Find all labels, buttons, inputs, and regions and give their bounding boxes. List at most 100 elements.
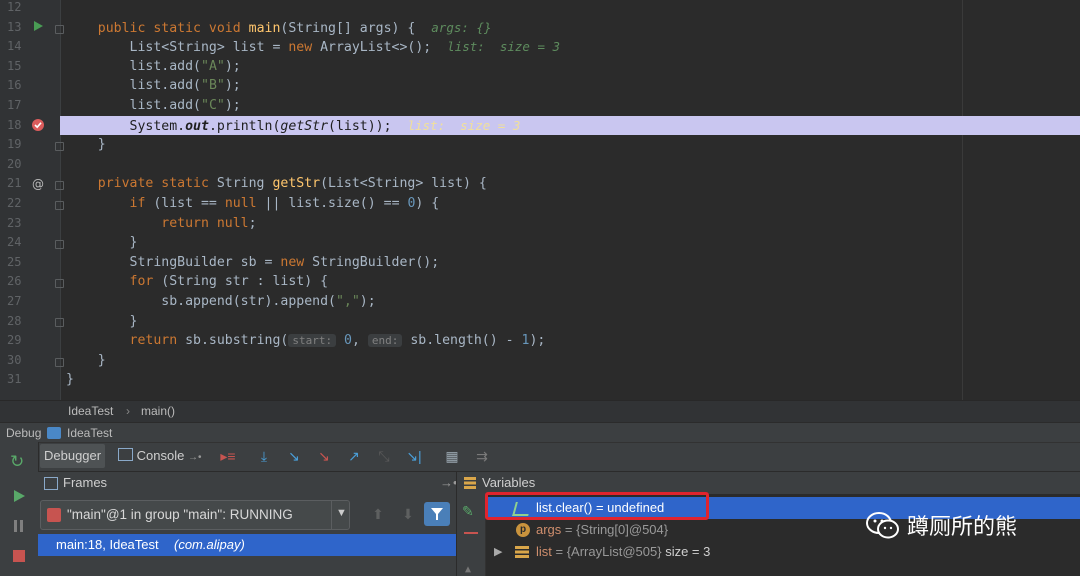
debug-title-bar: Debug IdeaTest <box>0 422 1080 443</box>
code-line[interactable]: } <box>66 312 138 332</box>
method-name: getStr <box>272 176 321 192</box>
line-number: 20 <box>7 156 22 171</box>
breadcrumb-class[interactable]: IdeaTest <box>68 404 113 418</box>
code-editor[interactable]: 12 13 14 15 16 17 18 19 20 21 22 23 24 2… <box>0 0 1080 400</box>
code-text: sb.length() - <box>410 333 522 349</box>
method-name: main <box>248 20 281 36</box>
frames-icon <box>44 477 58 490</box>
variable-row-list[interactable]: ▶ list = {ArrayList@505} size = 3 <box>486 541 1080 563</box>
string-literal: "C" <box>201 98 225 113</box>
frames-header: Frames →• <box>38 471 458 494</box>
run-to-cursor-icon[interactable]: ↘| <box>404 447 424 465</box>
watermark: 蹲厕所的熊 <box>866 509 1017 541</box>
fold-marker[interactable] <box>55 201 64 210</box>
variable-text: args = {String[0]@504} <box>536 519 668 541</box>
variables-side-toolbar: ✎ ▲ <box>457 494 486 576</box>
evaluate-expression-icon[interactable]: ▦ <box>442 447 462 465</box>
fold-marker[interactable] <box>55 318 64 327</box>
parameter-hint: end: <box>367 334 403 348</box>
line-number: 13 <box>7 19 22 34</box>
step-into-icon[interactable]: ↘ <box>284 447 304 465</box>
drop-frame-icon[interactable]: ⤡ <box>374 447 394 465</box>
code-line[interactable]: StringBuilder sb = new StringBuilder(); <box>66 253 440 273</box>
code-line[interactable]: public static void main(String[] args) {… <box>66 18 492 39</box>
trace-stream-icon[interactable]: ⇉ <box>472 447 492 465</box>
show-execution-point-icon[interactable]: ▸≡ <box>218 447 238 465</box>
previous-frame-icon[interactable]: ⬆ <box>368 505 388 523</box>
dropdown-divider <box>331 501 332 529</box>
code-line[interactable]: List<String> list = new ArrayList<>(); l… <box>66 37 561 58</box>
watermark-text: 蹲厕所的熊 <box>907 515 1018 540</box>
code-text: ); <box>224 78 241 94</box>
code-line[interactable]: list.add("B"); <box>66 76 241 96</box>
breadcrumb-method[interactable]: main() <box>141 404 175 418</box>
code-line[interactable]: } <box>66 351 106 371</box>
line-number: 31 <box>7 372 22 387</box>
code-text: StringBuilder(); <box>312 254 440 270</box>
expand-arrow-icon[interactable]: ▶ <box>494 541 502 563</box>
run-gutter-icon[interactable] <box>31 20 45 34</box>
code-line[interactable]: System.out.println(getStr(list)); list: … <box>66 116 521 137</box>
frames-pin-icon[interactable]: →• <box>440 475 458 490</box>
string-literal: "," <box>335 294 360 309</box>
thread-selector[interactable]: "main"@1 in group "main": RUNNING ▼ <box>40 500 350 530</box>
line-number: 17 <box>7 98 22 112</box>
next-frame-icon[interactable]: ⬇ <box>398 505 418 523</box>
parameter-hint: start: <box>288 334 337 348</box>
line-number: 16 <box>7 78 22 93</box>
variables-icon <box>464 477 476 489</box>
force-step-into-icon[interactable]: ↘ <box>314 447 334 465</box>
run-config-tab[interactable]: IdeaTest <box>67 426 112 440</box>
line-number: 28 <box>7 313 22 328</box>
code-line[interactable]: for (String str : list) { <box>66 272 329 292</box>
code-text: , <box>351 333 368 349</box>
code-line[interactable]: sb.append(str).append(","); <box>66 292 375 312</box>
code-line[interactable]: return null; <box>66 214 256 234</box>
step-over-icon[interactable]: ⤓ <box>254 447 274 465</box>
remove-watch-icon[interactable] <box>464 532 478 534</box>
frames-title: Frames <box>63 475 108 490</box>
code-text: } <box>66 372 74 388</box>
chevron-down-icon[interactable]: ▼ <box>336 507 347 519</box>
keyword: new <box>280 254 313 270</box>
code-line[interactable]: } <box>66 370 74 390</box>
variable-name: args <box>536 522 562 537</box>
breakpoint-icon[interactable] <box>31 118 45 132</box>
code-text: } <box>129 313 138 329</box>
overriding-method-icon[interactable]: @ <box>31 177 45 191</box>
fold-marker[interactable] <box>55 181 64 190</box>
step-out-icon[interactable]: ↗ <box>344 447 364 465</box>
code-text: (List<String> list) { <box>320 176 487 192</box>
code-text: } <box>97 137 106 153</box>
fold-marker[interactable] <box>55 358 64 367</box>
tab-debugger[interactable]: Debugger <box>40 444 106 468</box>
filter-frames-button[interactable] <box>424 502 450 526</box>
fold-marker[interactable] <box>55 25 64 34</box>
pin-arrow-icon: →• <box>187 452 202 463</box>
add-watch-icon[interactable]: ✎ <box>462 504 474 520</box>
breadcrumb-separator: › <box>126 404 130 418</box>
code-line[interactable]: list.add("A"); <box>66 57 241 77</box>
rerun-icon[interactable]: ↻ <box>10 452 24 472</box>
frame-row[interactable]: main:18, IdeaTest (com.alipay) <box>38 534 456 556</box>
pause-icon[interactable] <box>13 518 25 537</box>
fold-marker[interactable] <box>55 240 64 249</box>
keyword: private static <box>97 176 217 192</box>
static-field: out <box>185 118 209 134</box>
code-line[interactable]: return sb.substring(start: 0, end: sb.le… <box>66 331 546 351</box>
resume-icon[interactable] <box>12 488 26 507</box>
code-line[interactable]: list.add("C"); <box>66 96 241 116</box>
code-text: } <box>129 235 138 251</box>
line-number: 27 <box>7 294 22 308</box>
stop-icon[interactable] <box>12 548 26 567</box>
code-line[interactable]: private static String getStr(List<String… <box>66 174 487 194</box>
code-line[interactable]: } <box>66 135 106 155</box>
fold-marker[interactable] <box>55 142 64 151</box>
fold-marker[interactable] <box>55 279 64 288</box>
line-number: 23 <box>7 215 22 230</box>
code-line[interactable]: } <box>66 233 138 253</box>
tab-console-wrap[interactable]: Console →• <box>118 444 201 468</box>
move-up-icon[interactable]: ▲ <box>465 564 471 575</box>
code-line[interactable]: if (list == null || list.size() == 0) { <box>66 194 440 214</box>
right-margin-guide <box>962 0 963 400</box>
